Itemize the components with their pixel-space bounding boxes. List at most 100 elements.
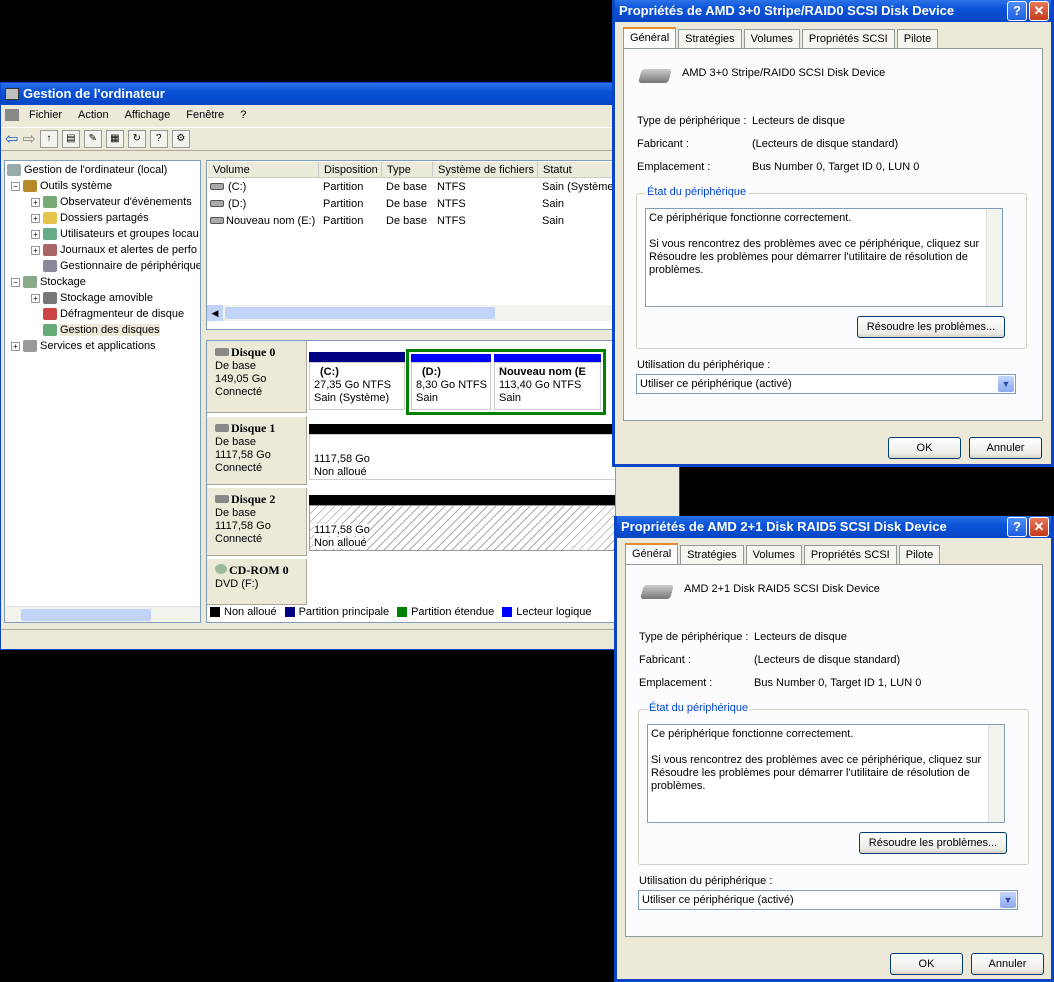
help-button[interactable]: ? — [1007, 1, 1027, 21]
chevron-down-icon[interactable]: ▼ — [998, 376, 1014, 392]
tab-general[interactable]: Général — [625, 543, 679, 564]
usage-select[interactable]: Utiliser ce périphérique (activé) ▼ — [638, 890, 1018, 910]
unallocated-space-1[interactable]: 1117,58 Go Non alloué — [309, 434, 615, 480]
col-filesystem[interactable]: Système de fichiers — [433, 162, 538, 178]
disk-1-info[interactable]: Disque 1 De base 1117,58 Go Connecté — [207, 417, 307, 485]
col-volume[interactable]: Volume — [208, 162, 319, 178]
disk-type: De base — [215, 360, 256, 372]
expand-icon[interactable]: + — [11, 342, 20, 351]
help-button[interactable]: ? — [1007, 517, 1027, 537]
partition-c[interactable]: (C:) 27,35 Go NTFS Sain (Système) — [309, 362, 405, 410]
properties-dialog-raid0: Propriétés de AMD 3+0 Stripe/RAID0 SCSI … — [612, 0, 1054, 467]
cancel-button[interactable]: Annuler — [969, 437, 1042, 459]
partition-status: Non alloué — [314, 466, 367, 478]
cdrom-0-info[interactable]: CD-ROM 0 DVD (F:) — [207, 559, 307, 605]
tree-item-removable-storage[interactable]: + Stockage amovible — [31, 290, 153, 306]
ok-button[interactable]: OK — [888, 437, 961, 459]
status-line: Ce périphérique fonctionne correctement. — [651, 728, 854, 740]
troubleshoot-button[interactable]: Résoudre les problèmes... — [859, 832, 1007, 854]
partition-e[interactable]: Nouveau nom (E 113,40 Go NTFS Sain — [494, 362, 601, 410]
scroll-thumb[interactable] — [21, 609, 151, 621]
troubleshoot-button[interactable]: Résoudre les problèmes... — [857, 316, 1005, 338]
tree-item-perf-logs[interactable]: + Journaux et alertes de perfo — [31, 242, 197, 258]
tab-driver[interactable]: Pilote — [896, 29, 939, 48]
tab-volumes[interactable]: Volumes — [745, 545, 802, 564]
menu-fichier[interactable]: Fichier — [21, 109, 70, 121]
menu-action[interactable]: Action — [70, 109, 117, 121]
show-tree-icon[interactable]: ▤ — [61, 130, 80, 148]
expand-icon[interactable]: + — [31, 198, 40, 207]
app-menu-icon[interactable] — [5, 109, 19, 121]
tab-volumes[interactable]: Volumes — [743, 29, 800, 48]
expand-icon[interactable]: + — [31, 246, 40, 255]
tree-item-shared-folders[interactable]: + Dossiers partagés — [31, 210, 149, 226]
tree-item-root[interactable]: Gestion de l'ordinateur (local) — [7, 162, 167, 178]
tab-general[interactable]: Général — [623, 27, 677, 48]
usage-select[interactable]: Utiliser ce périphérique (activé) ▼ — [636, 374, 1016, 394]
volume-list: Volume Disposition Type Système de fichi… — [206, 160, 616, 330]
device-status-text[interactable]: Ce périphérique fonctionne correctement.… — [647, 724, 1005, 823]
tree-hscrollbar[interactable] — [5, 606, 200, 622]
usage-value: Utiliser ce périphérique (activé) — [642, 894, 794, 906]
dialog-title[interactable]: Propriétés de AMD 3+0 Stripe/RAID0 SCSI … — [615, 0, 1051, 22]
cdrom-icon — [215, 564, 227, 574]
ok-button[interactable]: OK — [890, 953, 963, 975]
disk-2-info[interactable]: Disque 2 De base 1117,58 Go Connecté — [207, 488, 307, 556]
col-disposition[interactable]: Disposition — [319, 162, 382, 178]
scroll-left-arrow[interactable]: ◀ — [207, 305, 223, 321]
close-button[interactable]: ✕ — [1029, 517, 1049, 537]
tree-item-users-groups[interactable]: + Utilisateurs et groupes locau — [31, 226, 199, 242]
tree-item-system-tools[interactable]: − Outils système — [11, 178, 112, 194]
tree-item-defragmenter[interactable]: Défragmenteur de disque — [43, 306, 184, 322]
tab-strategies[interactable]: Stratégies — [678, 29, 742, 48]
volume-fs: NTFS — [437, 215, 466, 227]
col-status[interactable]: Statut — [538, 162, 615, 178]
device-status-text[interactable]: Ce périphérique fonctionne correctement.… — [645, 208, 1003, 307]
tree-item-services[interactable]: + Services et applications — [11, 338, 156, 354]
disk-name: Disque 1 — [231, 421, 276, 435]
device-name: AMD 2+1 Disk RAID5 SCSI Disk Device — [684, 583, 880, 595]
forward-arrow-icon[interactable]: ⇨ — [22, 129, 35, 149]
tab-strategies[interactable]: Stratégies — [680, 545, 744, 564]
partition-d[interactable]: (D:) 8,30 Go NTFS Sain — [411, 362, 491, 410]
vertical-scrollbar[interactable] — [988, 725, 1004, 822]
up-folder-icon[interactable]: ↑ — [39, 130, 58, 148]
expand-icon[interactable]: + — [31, 230, 40, 239]
disk-0-info[interactable]: Disque 0 De base 149,05 Go Connecté — [207, 341, 307, 413]
collapse-icon[interactable]: − — [11, 182, 20, 191]
tab-scsi-properties[interactable]: Propriétés SCSI — [801, 29, 895, 48]
volume-hscrollbar[interactable]: ◀ — [207, 305, 615, 321]
back-arrow-icon[interactable]: ⇦ — [5, 129, 18, 149]
menu-help[interactable]: ? — [232, 109, 254, 121]
help-icon[interactable]: ? — [149, 130, 168, 148]
col-type[interactable]: Type — [382, 162, 433, 178]
disk-name: Disque 0 — [231, 345, 276, 359]
tree-item-device-manager[interactable]: Gestionnaire de périphérique — [43, 258, 200, 274]
tree-item-disk-management[interactable]: Gestion des disques — [43, 322, 160, 338]
hard-disk-icon — [215, 348, 229, 356]
unallocated-space-2[interactable]: 1117,58 Go Non alloué — [309, 505, 615, 551]
menu-fenetre[interactable]: Fenêtre — [178, 109, 232, 121]
console-tree: Gestion de l'ordinateur (local) − Outils … — [4, 160, 201, 623]
close-button[interactable]: ✕ — [1029, 1, 1049, 21]
scroll-thumb[interactable] — [225, 307, 495, 319]
tab-driver[interactable]: Pilote — [898, 545, 941, 564]
tree-item-storage[interactable]: − Stockage — [11, 274, 86, 290]
tab-scsi-properties[interactable]: Propriétés SCSI — [803, 545, 897, 564]
refresh-icon[interactable]: ↻ — [127, 130, 146, 148]
device-status-group: État du périphérique Ce périphérique fon… — [638, 702, 1029, 865]
dialog-title[interactable]: Propriétés de AMD 2+1 Disk RAID5 SCSI Di… — [617, 516, 1051, 538]
expand-icon[interactable]: + — [31, 294, 40, 303]
settings-icon[interactable]: ⚙ — [171, 130, 190, 148]
cancel-button[interactable]: Annuler — [971, 953, 1044, 975]
chevron-down-icon[interactable]: ▼ — [1000, 892, 1016, 908]
partition-status: Sain — [416, 392, 439, 404]
tree-item-event-viewer[interactable]: + Observateur d'événements — [31, 194, 192, 210]
menu-affichage[interactable]: Affichage — [117, 109, 179, 121]
properties-icon[interactable]: ✎ — [83, 130, 102, 148]
export-icon[interactable]: ▦ — [105, 130, 124, 148]
collapse-icon[interactable]: − — [11, 278, 20, 287]
expand-icon[interactable]: + — [31, 214, 40, 223]
vertical-scrollbar[interactable] — [986, 209, 1002, 306]
mmc-title[interactable]: Gestion de l'ordinateur — [1, 83, 679, 105]
